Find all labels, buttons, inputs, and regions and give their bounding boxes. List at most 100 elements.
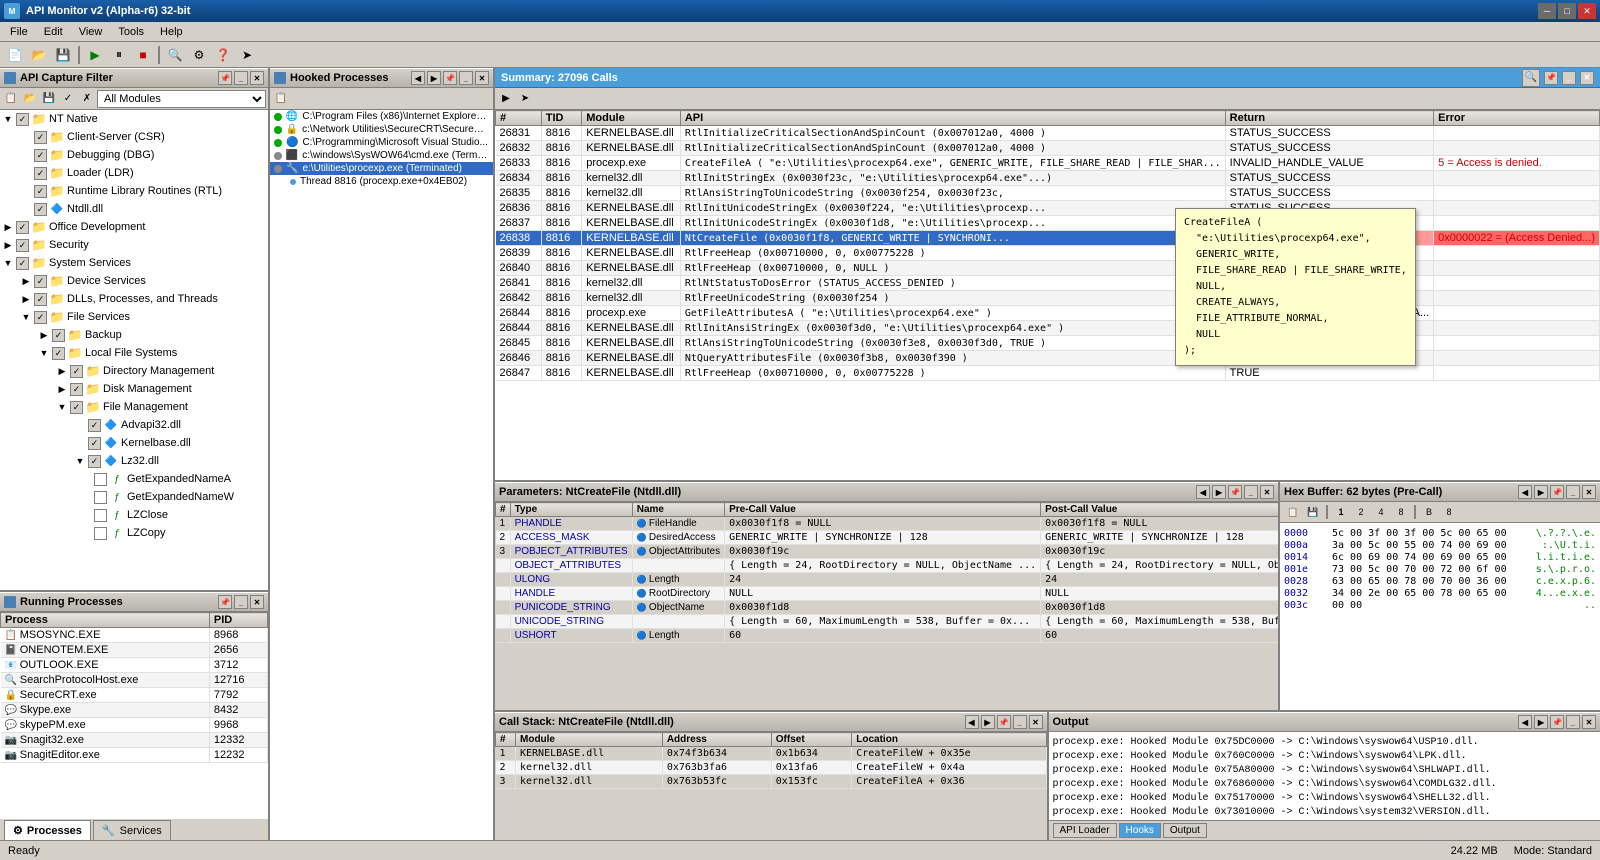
- toolbar-extra[interactable]: ➤: [236, 44, 258, 66]
- toolbar-settings[interactable]: ⚙: [188, 44, 210, 66]
- hooked-ie[interactable]: 🌐 C:\Program Files (x86)\Internet Explor…: [270, 110, 493, 123]
- hex-nav-right[interactable]: ▶: [1534, 485, 1548, 499]
- tree-check-client-server[interactable]: ✓: [34, 131, 47, 144]
- tree-check-local-fs[interactable]: ✓: [52, 347, 65, 360]
- hex-8byte[interactable]: 8: [1392, 503, 1410, 521]
- params-th-type[interactable]: Type: [510, 503, 632, 517]
- tree-item-loader[interactable]: ✓ 📁 Loader (LDR): [0, 164, 268, 182]
- process-row[interactable]: 📓 ONENOTEM.EXE2656: [1, 643, 268, 658]
- tab-hooks[interactable]: Hooks: [1119, 823, 1161, 838]
- params-th-num[interactable]: #: [496, 503, 511, 517]
- filter-dropdown[interactable]: All Modules: [97, 90, 266, 108]
- params-minimize[interactable]: _: [1244, 485, 1258, 499]
- tree-check-file-mgmt[interactable]: ✓: [70, 401, 83, 414]
- tree-item-local-fs[interactable]: ▼ ✓ 📁 Local File Systems: [0, 344, 268, 362]
- tree-item-lz32[interactable]: ▼ ✓ 🔷 Lz32.dll: [0, 452, 268, 470]
- summary-row[interactable]: 268448816KERNELBASE.dllRtlInitAnsiString…: [496, 321, 1600, 336]
- process-row[interactable]: 🔍 SearchProtocolHost.exe12716: [1, 673, 268, 688]
- rp-panel-minimize[interactable]: _: [234, 595, 248, 609]
- tree-toggle-nt-native[interactable]: ▼: [2, 113, 14, 125]
- toolbar-save[interactable]: 💾: [52, 44, 74, 66]
- tree-toggle-disk[interactable]: ▶: [56, 383, 68, 395]
- hooked-thread[interactable]: Thread 8816 (procexp.exe+0x4EB02): [270, 175, 493, 188]
- summary-row[interactable]: 268468816KERNELBASE.dllNtQueryAttributes…: [496, 351, 1600, 366]
- tree-toggle-file-mgmt[interactable]: ▼: [56, 401, 68, 413]
- toolbar-start[interactable]: ▶: [84, 44, 106, 66]
- cs-th-offset[interactable]: Offset: [771, 733, 852, 747]
- hp-panel-nav-right[interactable]: ▶: [427, 71, 441, 85]
- tree-check-getexpnamea[interactable]: [94, 473, 107, 486]
- hex-copy[interactable]: 📋: [1284, 503, 1302, 521]
- filter-panel-pin[interactable]: 📌: [218, 71, 232, 85]
- process-row[interactable]: 💬 skypePM.exe9968: [1, 718, 268, 733]
- tree-check-device[interactable]: ✓: [34, 275, 47, 288]
- hex-4byte[interactable]: 4: [1372, 503, 1390, 521]
- filter-open[interactable]: 📂: [21, 90, 39, 108]
- hooked-vs[interactable]: 🔵 C:\Programming\Microsoft Visual Studio…: [270, 136, 493, 149]
- maximize-button[interactable]: □: [1558, 3, 1576, 19]
- tree-toggle-kb[interactable]: [74, 437, 86, 449]
- menu-edit[interactable]: Edit: [36, 24, 71, 40]
- tree-check-lzcopy[interactable]: [94, 527, 107, 540]
- summary-row[interactable]: 268318816KERNELBASE.dllRtlInitializeCrit…: [496, 126, 1600, 141]
- tree-check-lzclose[interactable]: [94, 509, 107, 522]
- summary-minimize[interactable]: _: [1562, 71, 1576, 85]
- tree-toggle-ntdll[interactable]: [20, 203, 32, 215]
- out-nav-right[interactable]: ▶: [1534, 715, 1548, 729]
- params-row[interactable]: 1PHANDLE🔵 FileHandle0x0030f1f8 = NULL0x0…: [496, 517, 1279, 531]
- hex-format2[interactable]: 8: [1440, 503, 1458, 521]
- minimize-button[interactable]: ─: [1538, 3, 1556, 19]
- menu-file[interactable]: File: [2, 24, 36, 40]
- tree-toggle-device[interactable]: ▶: [20, 275, 32, 287]
- hex-nav-left[interactable]: ◀: [1518, 485, 1532, 499]
- tree-item-file-mgmt[interactable]: ▼ ✓ 📁 File Management: [0, 398, 268, 416]
- tree-check-adv[interactable]: ✓: [88, 419, 101, 432]
- toolbar-new[interactable]: 📄: [4, 44, 26, 66]
- summary-row[interactable]: 268428816kernel32.dllRtlFreeUnicodeStrin…: [496, 291, 1600, 306]
- summary-row[interactable]: 268378816KERNELBASE.dllRtlInitUnicodeStr…: [496, 216, 1600, 231]
- tree-item-getexpnamew[interactable]: ƒ GetExpandedNameW: [0, 488, 268, 506]
- hooked-cmd[interactable]: ⬛ c:\windows\SysWOW64\cmd.exe (Termin...: [270, 149, 493, 162]
- out-nav-left[interactable]: ◀: [1518, 715, 1532, 729]
- tab-api-loader[interactable]: API Loader: [1053, 823, 1117, 838]
- hp-toolbar-btn1[interactable]: 📋: [272, 90, 290, 108]
- params-row[interactable]: PUNICODE_STRING🔵 ObjectName0x0030f1d80x0…: [496, 601, 1279, 615]
- th-num[interactable]: #: [496, 111, 542, 126]
- sum-tb-btn2[interactable]: ➤: [516, 90, 534, 108]
- summary-row[interactable]: 268398816KERNELBASE.dllRtlFreeHeap (0x00…: [496, 246, 1600, 261]
- tree-check-ntdll[interactable]: ✓: [34, 203, 47, 216]
- params-row[interactable]: USHORT🔵 Length6060: [496, 629, 1279, 643]
- summary-row[interactable]: 268348816kernel32.dllRtlInitStringEx (0x…: [496, 171, 1600, 186]
- out-close[interactable]: ✕: [1582, 715, 1596, 729]
- tree-check-disk[interactable]: ✓: [70, 383, 83, 396]
- summary-row[interactable]: 268358816kernel32.dllRtlAnsiStringToUnic…: [496, 186, 1600, 201]
- summary-row[interactable]: 268418816kernel32.dllRtlNtStatusToDosErr…: [496, 276, 1600, 291]
- th-return[interactable]: Return: [1225, 111, 1433, 126]
- hex-1byte[interactable]: 1: [1332, 503, 1350, 521]
- tree-toggle-rtl[interactable]: [20, 185, 32, 197]
- summary-row[interactable]: 268368816KERNELBASE.dllRtlInitUnicodeStr…: [496, 201, 1600, 216]
- process-row[interactable]: 📧 OUTLOOK.EXE3712: [1, 658, 268, 673]
- tab-services[interactable]: 🔧 Services: [93, 820, 171, 840]
- tree-check-ldr[interactable]: ✓: [34, 167, 47, 180]
- tab-output[interactable]: Output: [1163, 823, 1207, 838]
- tree-check-getexpnamew[interactable]: [94, 491, 107, 504]
- tree-item-getexpnamea[interactable]: ƒ GetExpandedNameA: [0, 470, 268, 488]
- tree-toggle-dlls[interactable]: ▶: [20, 293, 32, 305]
- tree-item-backup[interactable]: ▶ ✓ 📁 Backup: [0, 326, 268, 344]
- filter-panel-close[interactable]: ✕: [250, 71, 264, 85]
- process-row[interactable]: 📷 SnagitEditor.exe12232: [1, 748, 268, 763]
- tree-item-lzcopy[interactable]: ƒ LZCopy: [0, 524, 268, 542]
- tree-toggle-backup[interactable]: ▶: [38, 329, 50, 341]
- tree-toggle-office[interactable]: ▶: [2, 221, 14, 233]
- filter-save[interactable]: 💾: [40, 90, 58, 108]
- hex-format1[interactable]: B: [1420, 503, 1438, 521]
- tree-toggle-dbg[interactable]: [20, 149, 32, 161]
- tree-item-security[interactable]: ▶ ✓ 📁 Security: [0, 236, 268, 254]
- params-nav-left[interactable]: ◀: [1196, 485, 1210, 499]
- hp-panel-minimize[interactable]: _: [459, 71, 473, 85]
- hp-panel-nav-left[interactable]: ◀: [411, 71, 425, 85]
- process-row[interactable]: 🔒 SecureCRT.exe7792: [1, 688, 268, 703]
- hooked-procexp[interactable]: 🔧 e:\Utilities\procexp.exe (Terminated): [270, 162, 493, 175]
- params-row[interactable]: OBJECT_ATTRIBUTES{ Length = 24, RootDire…: [496, 559, 1279, 573]
